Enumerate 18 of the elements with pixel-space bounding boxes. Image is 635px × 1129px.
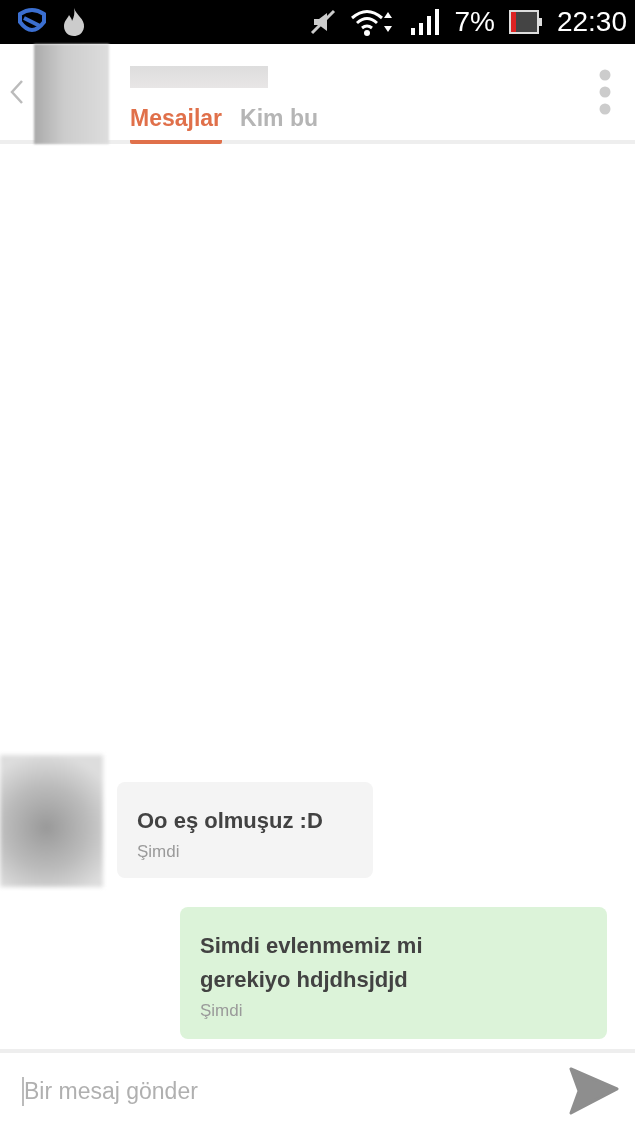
message-text: Simdi evlenmemiz mi gerekiyo hdjdhsjdjd <box>200 932 424 994</box>
signal-icon <box>410 8 441 36</box>
flame-icon <box>62 7 86 37</box>
more-icon[interactable] <box>599 69 611 115</box>
clock: 22:30 <box>556 6 627 38</box>
avatar[interactable] <box>34 44 109 144</box>
tab[interactable]: Kim bu <box>240 91 318 144</box>
send-button[interactable] <box>569 1067 619 1115</box>
back-icon[interactable] <box>10 79 24 105</box>
muted-icon <box>310 9 337 35</box>
message-time: Şimdi <box>200 1001 243 1021</box>
send-icon <box>569 1067 619 1115</box>
message-text: Oo eş olmuşuz :D <box>137 807 324 835</box>
battery-icon <box>508 10 543 34</box>
tab[interactable]: Mesajlar <box>130 91 223 144</box>
message-time: Şimdi <box>137 842 180 862</box>
message-input[interactable]: Bir mesaj gönder <box>22 1076 569 1106</box>
battery-percent: 7% <box>454 6 495 38</box>
